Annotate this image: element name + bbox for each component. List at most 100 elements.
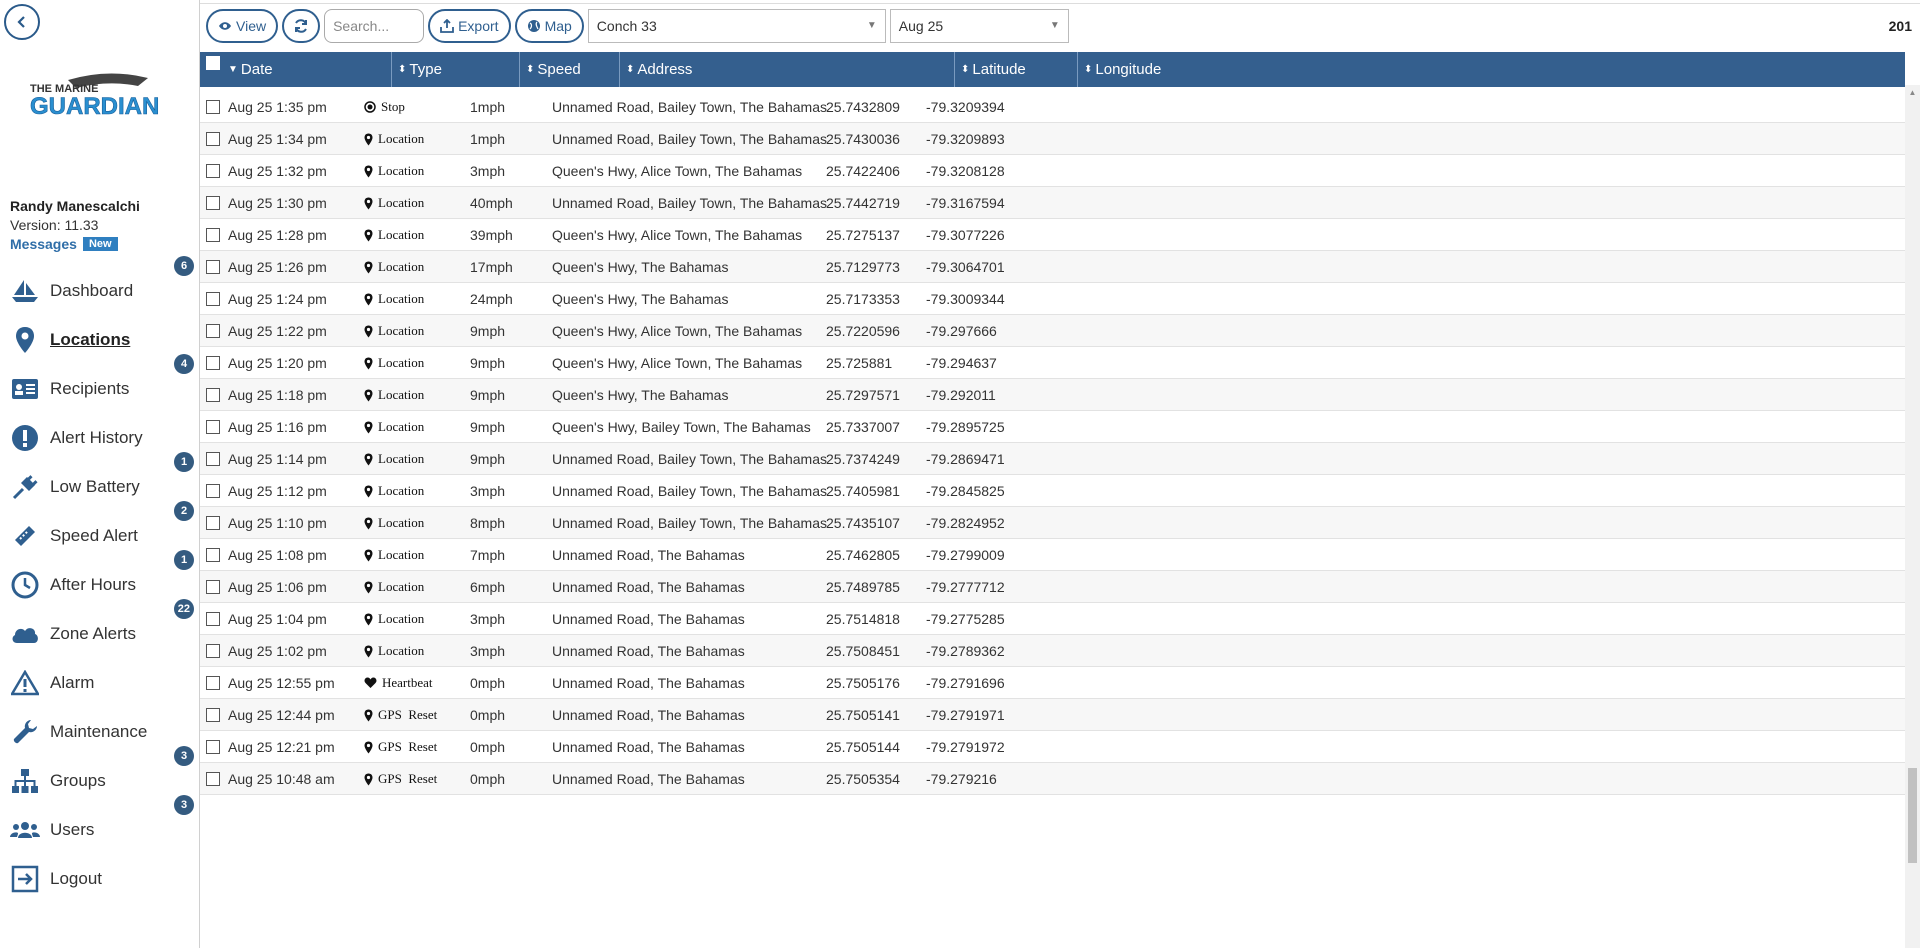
row-latitude: 25.7432809 xyxy=(826,99,900,115)
row-longitude: -79.2775285 xyxy=(926,611,1005,627)
sidebar-item-label: Alarm xyxy=(50,672,95,692)
row-date: Aug 25 1:04 pm xyxy=(228,611,327,627)
table-row[interactable]: Aug 25 1:26 pm Location 17mph Queen's Hwy, … xyxy=(200,251,1905,283)
vertical-scrollbar[interactable]: ▲ xyxy=(1905,85,1920,948)
row-checkbox[interactable] xyxy=(206,548,220,562)
search-input[interactable] xyxy=(324,8,425,43)
column-header-speed[interactable]: ⬍ Speed xyxy=(520,52,620,87)
row-type-label: Location xyxy=(378,451,425,466)
row-checkbox[interactable] xyxy=(206,164,220,178)
row-checkbox[interactable] xyxy=(206,484,220,498)
row-checkbox[interactable] xyxy=(206,420,220,434)
column-header-address[interactable]: ⬍ Address xyxy=(620,52,955,87)
row-checkbox[interactable] xyxy=(206,708,220,722)
row-checkbox[interactable] xyxy=(206,612,220,626)
row-address: Unnamed Road, The Bahamas xyxy=(552,643,745,659)
row-checkbox[interactable] xyxy=(206,228,220,242)
table-row[interactable]: Aug 25 1:02 pm Location 3mph Unnamed Road, … xyxy=(200,635,1905,667)
table-row[interactable]: Aug 25 1:14 pm Location 9mph Unnamed Road, … xyxy=(200,443,1905,475)
column-header-date[interactable]: ▼ Date xyxy=(222,52,392,87)
sidebar-item-after-hours[interactable]: After Hours 1 xyxy=(0,550,200,609)
table-row[interactable]: Aug 25 1:10 pm Location 8mph Unnamed Road, … xyxy=(200,507,1905,539)
row-checkbox[interactable] xyxy=(206,516,220,530)
sidebar-item-low-battery[interactable]: Low Battery 1 xyxy=(0,452,200,511)
table-row[interactable]: Aug 25 1:30 pm Location 40mph Unnamed Road,… xyxy=(200,187,1905,219)
row-checkbox[interactable] xyxy=(206,644,220,658)
row-longitude: -79.2789362 xyxy=(926,643,1005,659)
row-date: Aug 25 1:12 pm xyxy=(228,483,327,499)
table-row[interactable]: Aug 25 1:34 pm Location 1mph Unnamed Road, … xyxy=(200,123,1905,155)
row-type: Location xyxy=(364,187,424,219)
export-button[interactable]: Export xyxy=(428,8,511,43)
sidebar-item-label: Zone Alerts xyxy=(50,623,136,643)
table-row[interactable]: Aug 25 12:44 pm GPS Reset 0mph Unnamed Road… xyxy=(200,699,1905,731)
row-address: Queen's Hwy, Alice Town, The Bahamas xyxy=(552,355,803,371)
column-header-type[interactable]: ⬍ Type xyxy=(392,52,520,87)
row-checkbox[interactable] xyxy=(206,196,220,210)
row-checkbox[interactable] xyxy=(206,772,220,786)
table-row[interactable]: Aug 25 1:24 pm Location 24mph Queen's Hwy, … xyxy=(200,283,1905,315)
sidebar-item-dashboard[interactable]: Dashboard 6 xyxy=(0,256,200,315)
row-date: Aug 25 1:24 pm xyxy=(228,291,327,307)
table-row[interactable]: Aug 25 1:22 pm Location 9mph Queen's Hwy, A… xyxy=(200,315,1905,347)
row-checkbox[interactable] xyxy=(206,324,220,338)
row-checkbox[interactable] xyxy=(206,132,220,146)
logout-icon xyxy=(10,864,40,894)
row-checkbox[interactable] xyxy=(206,740,220,754)
sidebar-item-maintenance[interactable]: Maintenance xyxy=(0,707,200,756)
sidebar-item-users[interactable]: Users 3 xyxy=(0,795,200,854)
row-longitude: -79.2799009 xyxy=(926,547,1005,563)
map-marker-icon xyxy=(364,485,376,498)
table-row[interactable]: Aug 25 1:18 pm Location 9mph Queen's Hwy, T… xyxy=(200,379,1905,411)
row-checkbox[interactable] xyxy=(206,580,220,594)
row-address: Queen's Hwy, The Bahamas xyxy=(552,259,729,275)
row-checkbox[interactable] xyxy=(206,452,220,466)
table-row[interactable]: Aug 25 12:55 pm Heartbeat 0mph Unnamed Road… xyxy=(200,667,1905,699)
row-checkbox[interactable] xyxy=(206,356,220,370)
table-row[interactable]: Aug 25 1:28 pm Location 39mph Queen's Hwy, … xyxy=(200,219,1905,251)
date-select[interactable]: Aug 25 ▼ xyxy=(889,8,1069,43)
row-type: Stop xyxy=(364,91,405,123)
table-row[interactable]: Aug 25 1:04 pm Location 3mph Unnamed Road, … xyxy=(200,603,1905,635)
column-header-longitude[interactable]: ⬍ Longitude xyxy=(1078,52,1208,87)
back-button[interactable] xyxy=(4,4,40,40)
sidebar-item-speed-alert[interactable]: Speed Alert 2 xyxy=(0,501,200,560)
table-row[interactable]: Aug 25 1:16 pm Location 9mph Queen's Hwy, B… xyxy=(200,411,1905,443)
row-checkbox[interactable] xyxy=(206,100,220,114)
select-all-checkbox[interactable] xyxy=(206,56,220,70)
sidebar-item-locations[interactable]: Locations xyxy=(0,315,200,364)
row-checkbox[interactable] xyxy=(206,676,220,690)
scroll-up-arrow-icon[interactable]: ▲ xyxy=(1905,85,1920,100)
sidebar-item-label: Users xyxy=(50,819,95,839)
sidebar-item-groups[interactable]: Groups 3 xyxy=(0,746,200,805)
sidebar-item-alarm[interactable]: Alarm xyxy=(0,658,200,707)
map-button[interactable]: Map xyxy=(514,8,584,43)
row-checkbox[interactable] xyxy=(206,260,220,274)
sidebar-item-zone-alerts[interactable]: Zone Alerts 22 xyxy=(0,599,200,658)
view-button[interactable]: View xyxy=(206,8,279,43)
table-row[interactable]: Aug 25 1:20 pm Location 9mph Queen's Hwy, A… xyxy=(200,347,1905,379)
table-row[interactable]: Aug 25 1:06 pm Location 6mph Unnamed Road, … xyxy=(200,571,1905,603)
sidebar-item-logout[interactable]: Logout xyxy=(0,854,200,903)
table-row[interactable]: Aug 25 12:21 pm GPS Reset 0mph Unnamed Road… xyxy=(200,731,1905,763)
table-row[interactable]: Aug 25 1:35 pm Stop 1mph Unnamed Road, Bail… xyxy=(200,91,1905,123)
marine-guardian-logo: THE MARINE GUARDIAN xyxy=(28,70,173,126)
vessel-select[interactable]: Conch 33 ▼ xyxy=(587,8,886,43)
messages-link[interactable]: Messages xyxy=(10,236,77,252)
sidebar-item-recipients[interactable]: Recipients 4 xyxy=(0,354,200,413)
refresh-button[interactable] xyxy=(282,8,321,43)
row-checkbox[interactable] xyxy=(206,388,220,402)
row-checkbox[interactable] xyxy=(206,292,220,306)
row-type-label: Location xyxy=(378,291,425,306)
table-row[interactable]: Aug 25 1:32 pm Location 3mph Queen's Hwy, A… xyxy=(200,155,1905,187)
scrollbar-thumb[interactable] xyxy=(1908,768,1917,863)
count-badge: 1 xyxy=(174,550,194,570)
table-row[interactable]: Aug 25 10:48 am GPS Reset 0mph Unnamed Road… xyxy=(200,763,1905,795)
row-address: Queen's Hwy, The Bahamas xyxy=(552,291,729,307)
table-row[interactable]: Aug 25 1:08 pm Location 7mph Unnamed Road, … xyxy=(200,539,1905,571)
column-header-latitude[interactable]: ⬍ Latitude xyxy=(955,52,1078,87)
row-address: Unnamed Road, Bailey Town, The Bahamas xyxy=(552,131,827,147)
table-row[interactable]: Aug 25 1:12 pm Location 3mph Unnamed Road, … xyxy=(200,475,1905,507)
row-speed: 40mph xyxy=(470,195,513,211)
sidebar-item-alert-history[interactable]: Alert History xyxy=(0,413,200,462)
